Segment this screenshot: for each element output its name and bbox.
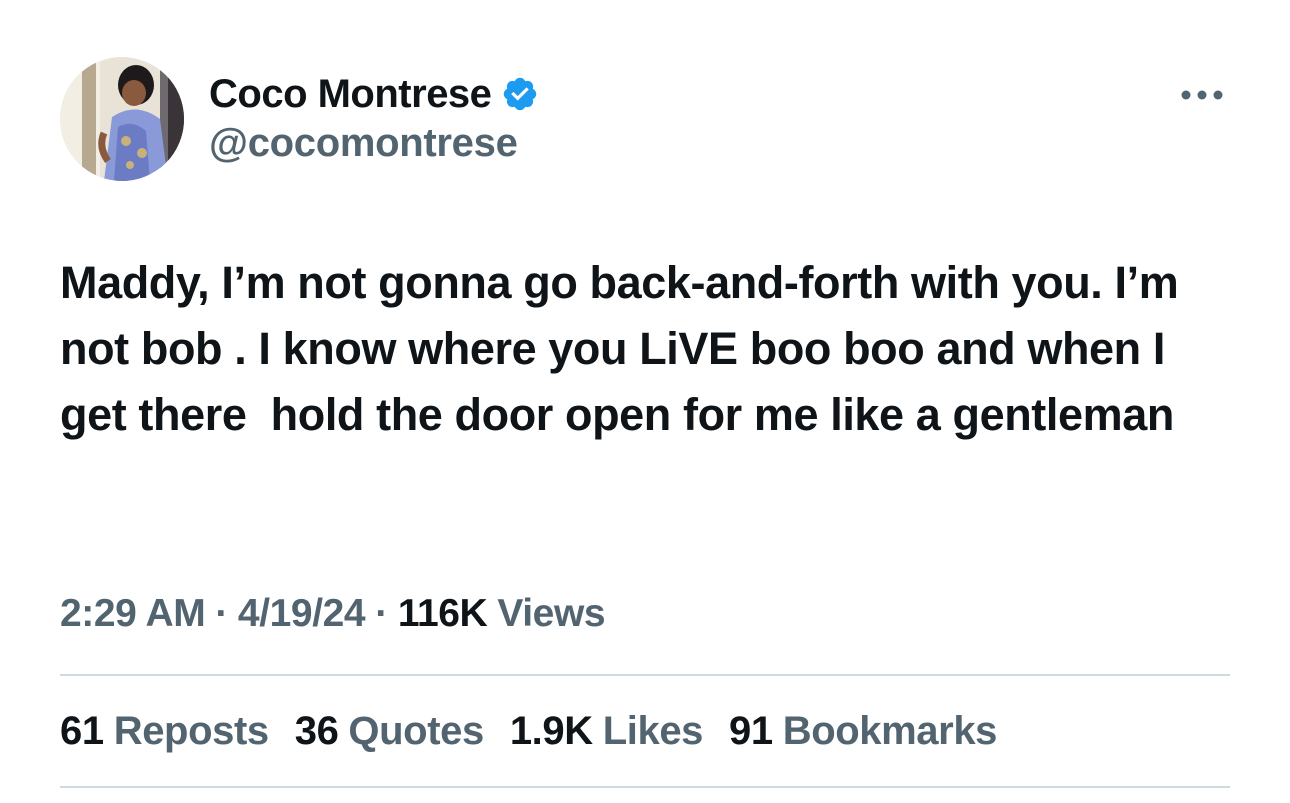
quotes-stat[interactable]: 36 Quotes (294, 708, 485, 754)
stat-count: 91 (729, 708, 773, 753)
more-button[interactable] (1176, 80, 1228, 110)
bookmarks-stat[interactable]: 91 Bookmarks (729, 709, 997, 754)
profile-photo-icon (60, 57, 184, 181)
tweet-meta: 2:29 AM · 4/19/24 · 116K Views (60, 588, 606, 640)
tweet-text: Maddy, I’m not gonna go back-and-forth w… (60, 257, 1191, 440)
verified-badge-icon[interactable] (501, 75, 539, 113)
author-handle[interactable]: @cocomontrese (209, 121, 518, 166)
stat-label: Reposts (113, 708, 269, 753)
meta-separator: · (375, 592, 388, 635)
more-horizontal-icon (1181, 90, 1223, 100)
views-label[interactable]: Views (497, 592, 605, 636)
divider (60, 786, 1230, 788)
stat-count: 61 (60, 708, 104, 753)
avatar[interactable] (60, 57, 184, 181)
stat-count: 1.9K (509, 708, 593, 753)
views-count[interactable]: 116K (398, 592, 488, 636)
stat-count: 36 (294, 708, 339, 753)
stat-label: Quotes (348, 708, 484, 753)
display-name[interactable]: Coco Montrese (209, 72, 492, 117)
tweet-time[interactable]: 2:29 AM (60, 592, 206, 636)
engagement-stats: 61 Reposts 36 Quotes 1.9K Likes 91 Bookm… (60, 703, 1023, 759)
stat-label: Likes (602, 708, 704, 753)
tweet-date[interactable]: 4/19/24 (238, 592, 366, 636)
author-name-row: Coco Montrese (209, 70, 539, 118)
meta-separator: · (215, 592, 228, 635)
divider (60, 674, 1230, 676)
likes-stat[interactable]: 1.9K Likes (509, 708, 704, 754)
stat-label: Bookmarks (782, 708, 998, 753)
reposts-stat[interactable]: 61 Reposts (60, 709, 269, 754)
